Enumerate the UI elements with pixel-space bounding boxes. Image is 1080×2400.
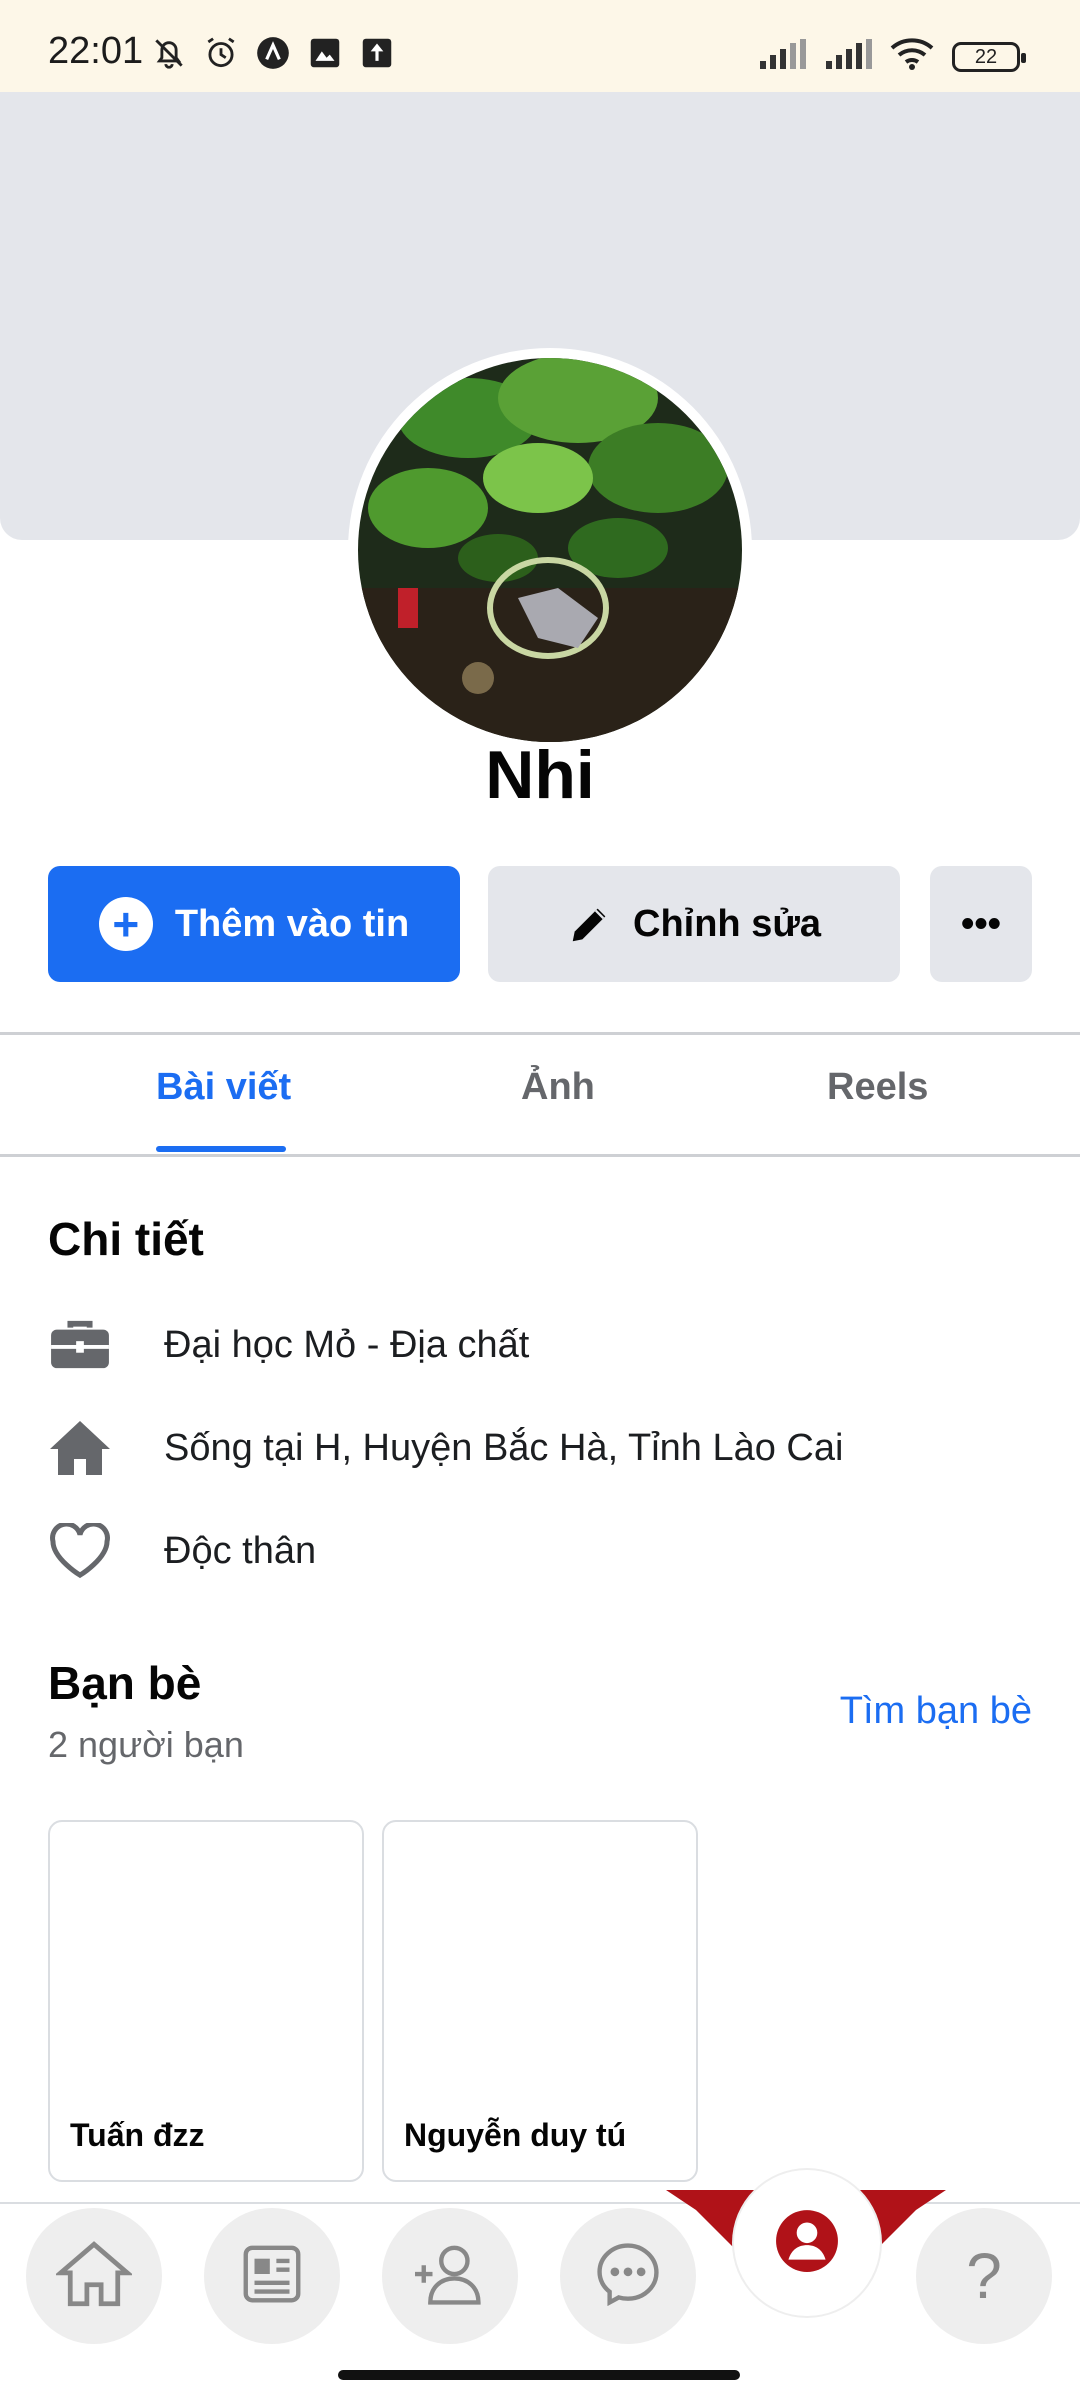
friend-name: Nguyễn duy tú (404, 2117, 627, 2153)
detail-relationship: Độc thân (48, 1516, 1048, 1586)
home-icon (48, 1416, 112, 1480)
app-notification-icon (254, 34, 292, 72)
more-options-button[interactable]: ••• (930, 866, 1032, 982)
friend-count: 2 người bạn (48, 1724, 244, 1765)
heart-icon (48, 1519, 112, 1583)
details-title: Chi tiết (48, 1213, 204, 1265)
nav-feed-button[interactable] (204, 2208, 340, 2344)
divider (0, 1032, 1080, 1035)
detail-location: Sống tại H, Huyện Bắc Hà, Tỉnh Lào Cai (48, 1413, 1048, 1483)
friend-card[interactable]: Tuấn đzz (48, 1820, 364, 2182)
plus-icon: + (98, 897, 153, 951)
home-indicator[interactable] (338, 2370, 740, 2380)
upload-icon (358, 34, 396, 72)
messenger-icon (592, 2239, 664, 2314)
system-icons: 22 (758, 38, 1026, 75)
friends-title: Bạn bè (48, 1657, 202, 1709)
detail-work: Đại học Mỏ - Địa chất (48, 1310, 1048, 1380)
profile-avatar[interactable] (348, 348, 752, 752)
signal-icon (758, 39, 806, 74)
avatar-image (358, 358, 742, 742)
home-icon (54, 2239, 134, 2314)
tab-posts[interactable]: Bài viết (156, 1066, 291, 1109)
notification-icons (150, 34, 396, 72)
detail-location-text: Sống tại H, Huyện Bắc Hà, Tỉnh Lào Cai (164, 1426, 844, 1469)
profile-name: Nhi (485, 737, 595, 813)
image-notification-icon (306, 34, 344, 72)
status-bar: 22:01 22 (0, 0, 1080, 92)
pencil-icon (567, 901, 613, 947)
alarm-icon (202, 34, 240, 72)
friend-card[interactable]: Nguyễn duy tú (382, 1820, 698, 2182)
detail-relationship-text: Độc thân (164, 1529, 317, 1572)
wifi-icon (890, 38, 934, 75)
signal-icon (824, 39, 872, 74)
friend-name: Tuấn đzz (70, 2117, 205, 2153)
active-tab-indicator (156, 1146, 286, 1152)
edit-profile-label: Chỉnh sửa (633, 902, 821, 945)
edit-profile-button[interactable]: Chỉnh sửa (488, 866, 900, 982)
mute-bell-icon (150, 34, 188, 72)
add-to-story-label: Thêm vào tin (174, 902, 410, 945)
nav-profile-button[interactable] (734, 2170, 880, 2316)
nav-home-button[interactable] (26, 2208, 162, 2344)
status-time: 22:01 (48, 30, 144, 72)
nav-help-button[interactable]: ? (916, 2208, 1052, 2344)
profile-icon (774, 2208, 840, 2279)
briefcase-icon (48, 1313, 112, 1377)
divider (0, 1154, 1080, 1157)
nav-friends-button[interactable] (382, 2208, 518, 2344)
add-to-story-button[interactable]: + Thêm vào tin (48, 866, 460, 982)
tab-photos[interactable]: Ảnh (521, 1066, 595, 1109)
battery-icon: 22 (952, 41, 1026, 72)
tab-reels[interactable]: Reels (827, 1066, 928, 1109)
find-friends-link[interactable]: Tìm bạn bè (840, 1690, 1032, 1733)
news-feed-icon (237, 2239, 307, 2314)
help-icon: ? (966, 2240, 1002, 2312)
detail-work-text: Đại học Mỏ - Địa chất (164, 1323, 530, 1366)
add-friend-icon (412, 2239, 488, 2314)
